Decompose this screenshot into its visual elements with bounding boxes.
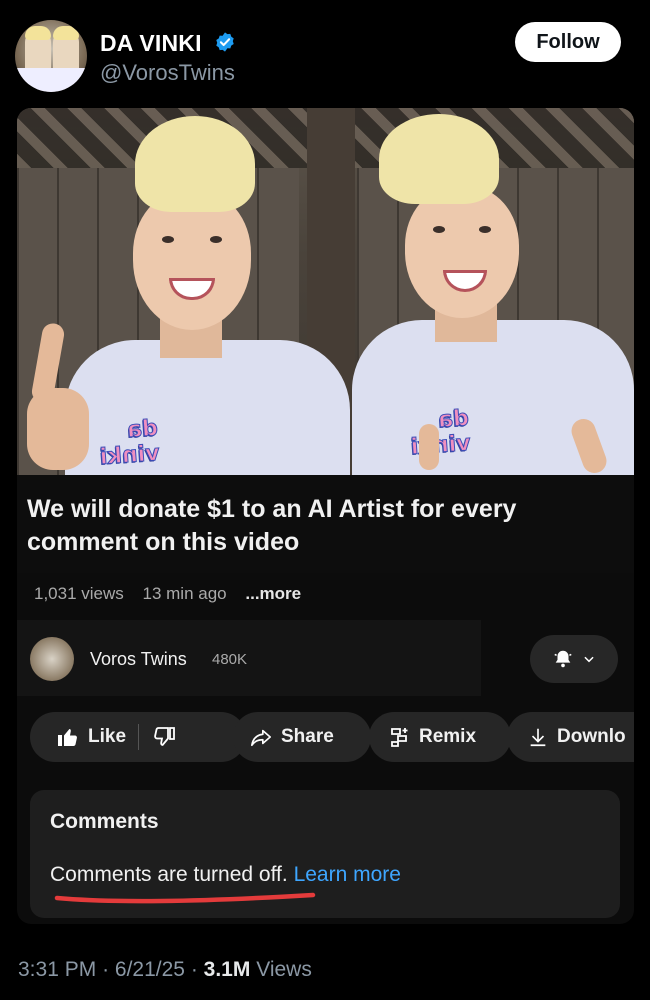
shirt-logo: da vinki (99, 415, 161, 471)
comments-heading: Comments (50, 810, 159, 833)
video-card: da vinki da vinki We will donate $1 to a… (17, 108, 634, 924)
separator-dot: · (190, 958, 198, 981)
download-label[interactable]: Downlo (557, 726, 626, 748)
share-button[interactable]: Share (233, 712, 371, 762)
shirt-logo-right: da vinki (410, 405, 472, 461)
follow-button[interactable]: Follow (515, 22, 621, 62)
views-label: Views (256, 958, 312, 981)
channel-row: Voros Twins 480K (17, 620, 634, 696)
share-label[interactable]: Share (281, 726, 334, 748)
remix-icon (391, 728, 408, 747)
tweet-header: DA VINKI @VorosTwins Follow (0, 0, 650, 100)
red-underline-annotation (54, 892, 316, 904)
thumbs-up-icon[interactable] (56, 725, 80, 749)
channel-avatar[interactable] (30, 637, 74, 681)
like-dislike-group: Like (30, 712, 246, 762)
video-title[interactable]: We will donate $1 to an AI Artist for ev… (27, 493, 617, 559)
views-count: 3.1M (203, 958, 251, 981)
download-button[interactable]: Downlo (507, 712, 634, 762)
subscriber-count: 480K (212, 651, 248, 668)
thumbs-down-icon[interactable] (151, 725, 177, 749)
like-label[interactable]: Like (88, 726, 126, 748)
tweet-timestamp-row: 3:31 PM · 6/21/25 · 3.1M Views (18, 958, 312, 982)
separator-dot: · (102, 958, 110, 981)
video-meta: 1,031 views 13 min ago ...more (34, 584, 315, 604)
profile-avatar[interactable] (15, 20, 87, 92)
tweet-date[interactable]: 6/21/25 (115, 958, 185, 981)
video-thumbnail[interactable]: da vinki da vinki (17, 108, 634, 475)
user-handle[interactable]: @VorosTwins (100, 60, 235, 86)
chevron-down-icon (584, 656, 594, 663)
remix-button[interactable]: Remix (369, 712, 511, 762)
notification-bell-button[interactable] (530, 635, 618, 683)
comments-section: Comments Comments are turned off. Learn … (30, 790, 620, 918)
share-icon (251, 729, 271, 747)
upload-age: 13 min ago (142, 584, 227, 603)
download-icon (530, 728, 546, 747)
comments-off-text: Comments are turned off. (50, 863, 288, 886)
verified-badge-icon (216, 32, 234, 52)
bell-icon (554, 650, 572, 668)
learn-more-link[interactable]: Learn more (294, 863, 401, 886)
tweet-time[interactable]: 3:31 PM (18, 958, 96, 981)
more-link[interactable]: ...more (245, 584, 301, 603)
channel-name[interactable]: Voros Twins (90, 649, 187, 670)
view-count: 1,031 views (34, 584, 124, 603)
comments-status: Comments are turned off. Learn more (50, 863, 401, 887)
video-title-block: We will donate $1 to an AI Artist for ev… (17, 475, 634, 573)
display-name[interactable]: DA VINKI (100, 30, 202, 57)
remix-label[interactable]: Remix (419, 726, 476, 748)
